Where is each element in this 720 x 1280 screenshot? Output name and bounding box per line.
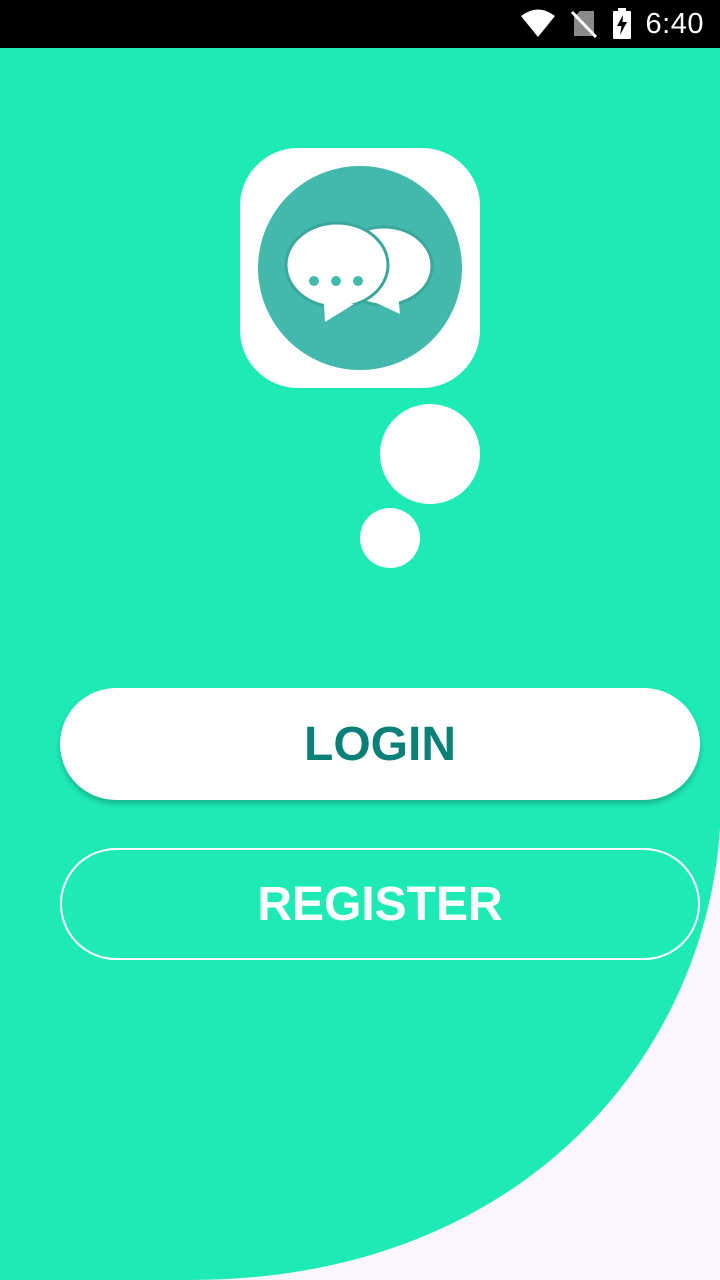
app-logo [240,148,480,388]
wifi-icon [520,9,556,39]
battery-charging-icon [612,8,632,40]
status-time: 6:40 [645,7,704,40]
login-button[interactable]: LOGIN [60,688,700,800]
logo-circle [258,166,462,370]
no-sim-icon [570,9,598,39]
register-button[interactable]: REGISTER [60,848,700,960]
thought-bubble-large [380,404,480,504]
thought-bubble-small [360,508,420,568]
status-bar: 6:40 [0,0,720,48]
status-icons: 6:40 [520,0,704,48]
chat-bubbles-icon [284,221,434,322]
